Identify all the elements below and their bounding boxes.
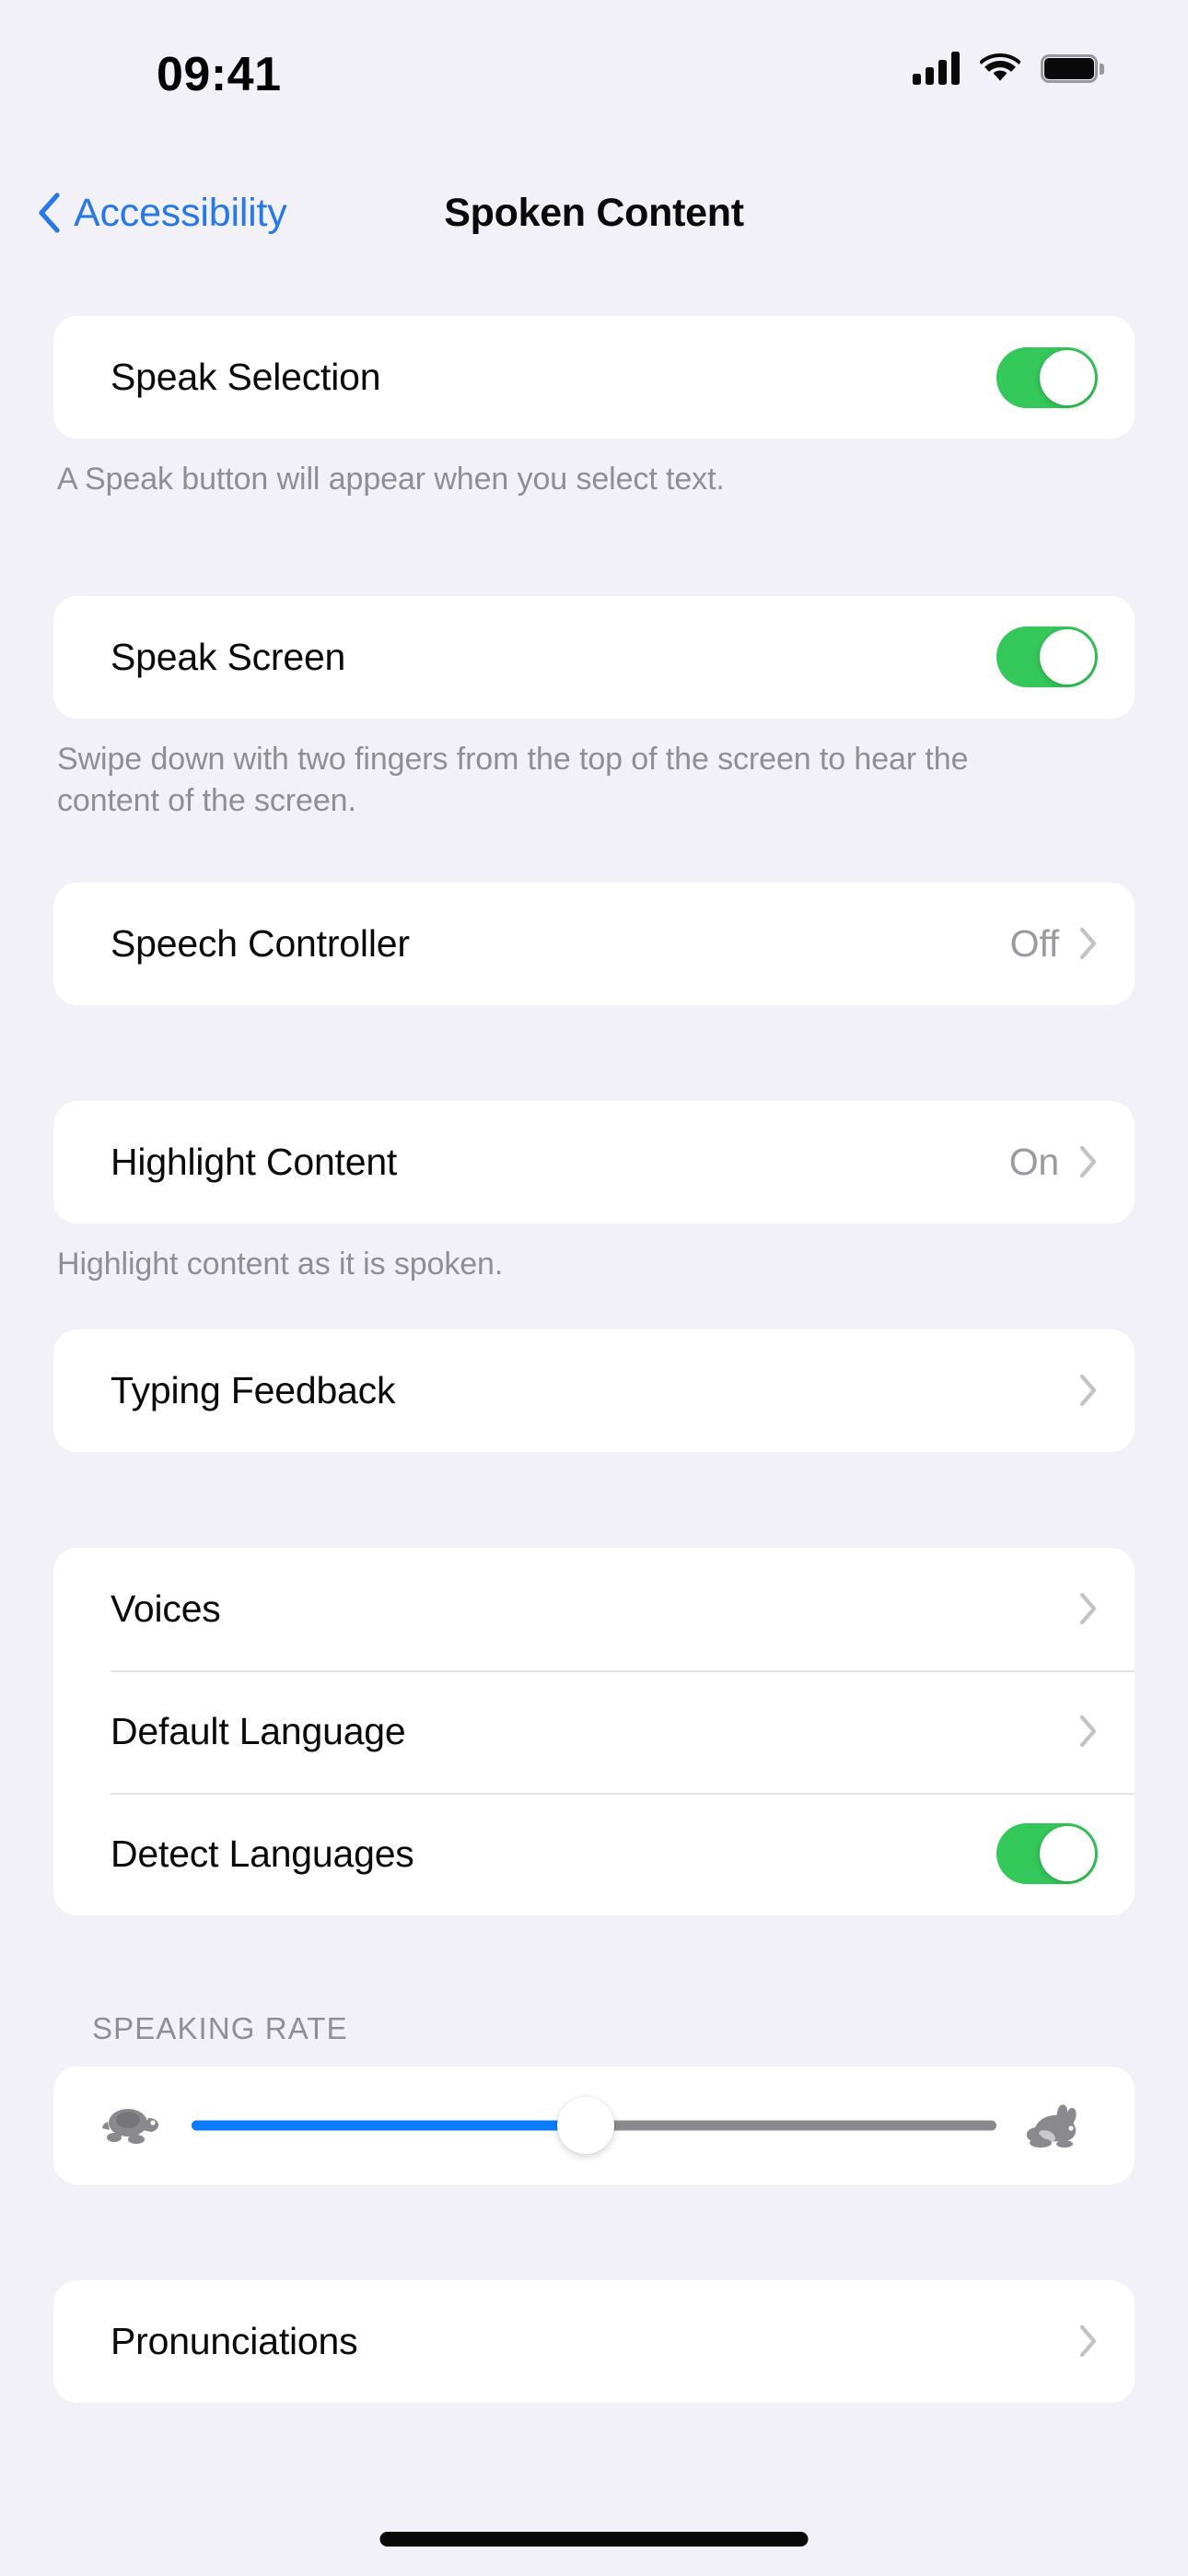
wifi-icon (980, 53, 1020, 81)
navigation-bar: Spoken Content Accessibility (0, 170, 1188, 255)
speak-selection-toggle[interactable] (996, 346, 1098, 408)
row-value: On (1008, 1140, 1059, 1183)
row-label: Speak Screen (111, 635, 346, 678)
toggle-knob (1040, 349, 1095, 405)
chevron-right-icon (1079, 1374, 1097, 1407)
status-bar: 09:41 (0, 0, 1188, 138)
row-label: Detect Languages (111, 1832, 414, 1875)
section-speaking-rate (53, 2066, 1135, 2184)
chevron-right-icon (1079, 1146, 1097, 1178)
row-detect-languages[interactable]: Detect Languages (53, 1792, 1135, 1915)
footer-highlight-content: Highlight content as it is spoken. (57, 1246, 504, 1282)
row-label: Speak Selection (111, 356, 381, 398)
speak-screen-toggle[interactable] (996, 626, 1098, 688)
toggle-knob (1040, 1826, 1095, 1881)
iphone-settings-screen: 09:41 Spoken Content Accessibility Speak… (0, 0, 1188, 2576)
row-label: Highlight Content (111, 1140, 398, 1183)
chevron-left-icon (39, 193, 60, 233)
row-pronunciations[interactable]: Pronunciations (53, 2280, 1135, 2403)
slider-thumb[interactable] (557, 2096, 615, 2154)
speaking-rate-slider[interactable] (192, 2096, 996, 2154)
detect-languages-toggle[interactable] (996, 1823, 1098, 1884)
section-speech-controller: Speech Controller Off (53, 882, 1135, 1005)
home-indicator[interactable] (379, 2532, 809, 2547)
row-highlight-content[interactable]: Highlight Content On (53, 1101, 1135, 1224)
back-button[interactable]: Accessibility (37, 170, 287, 255)
row-voices[interactable]: Voices (53, 1548, 1135, 1670)
row-label: Typing Feedback (111, 1368, 396, 1411)
row-label: Voices (111, 1587, 221, 1630)
section-typing-feedback: Typing Feedback (53, 1329, 1135, 1452)
toggle-knob (1040, 629, 1095, 685)
section-voices: Voices Default Language Detect Languages (53, 1547, 1135, 1915)
chevron-right-icon (1079, 928, 1097, 960)
tortoise-icon (102, 2108, 159, 2144)
settings-content: Speak Selection A Speak button will appe… (0, 255, 1188, 2403)
chevron-right-icon (1079, 2324, 1097, 2358)
row-speech-controller[interactable]: Speech Controller Off (53, 883, 1135, 1005)
slider-track-fill (192, 2120, 587, 2130)
battery-full-icon (1041, 53, 1104, 83)
chevron-right-icon (1079, 1715, 1097, 1748)
section-speak-selection: Speak Selection (53, 316, 1135, 439)
row-speak-selection[interactable]: Speak Selection (53, 316, 1135, 439)
footer-speak-selection: A Speak button will appear when you sele… (57, 462, 725, 497)
row-typing-feedback[interactable]: Typing Feedback (53, 1329, 1135, 1452)
status-bar-time: 09:41 (157, 48, 282, 101)
back-button-label: Accessibility (74, 190, 287, 235)
footer-speak-screen: Swipe down with two fingers from the top… (57, 741, 969, 818)
row-speaking-rate (53, 2067, 1135, 2184)
speaking-rate-header: SPEAKING RATE (92, 2010, 348, 2045)
row-default-language[interactable]: Default Language (53, 1669, 1135, 1793)
row-label: Speech Controller (111, 921, 410, 965)
row-value: Off (1009, 921, 1060, 965)
row-label: Default Language (111, 1709, 406, 1752)
cellular-signal-icon (913, 52, 960, 85)
status-bar-icons (913, 52, 1104, 85)
hare-icon (1026, 2103, 1077, 2148)
row-label: Pronunciations (111, 2319, 358, 2362)
section-speak-screen: Speak Screen (53, 595, 1135, 719)
chevron-right-icon (1079, 1592, 1097, 1625)
row-speak-screen[interactable]: Speak Screen (53, 596, 1135, 719)
section-pronunciations: Pronunciations (53, 2279, 1135, 2403)
section-highlight-content: Highlight Content On (53, 1100, 1135, 1224)
